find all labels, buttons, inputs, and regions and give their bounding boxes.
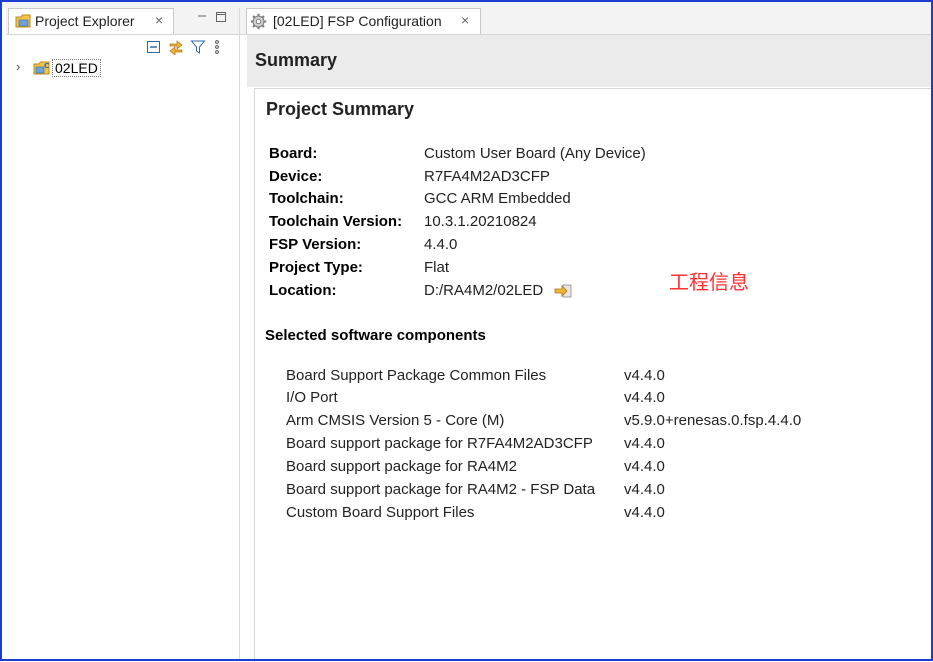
screenshot-frame bbox=[0, 0, 933, 661]
